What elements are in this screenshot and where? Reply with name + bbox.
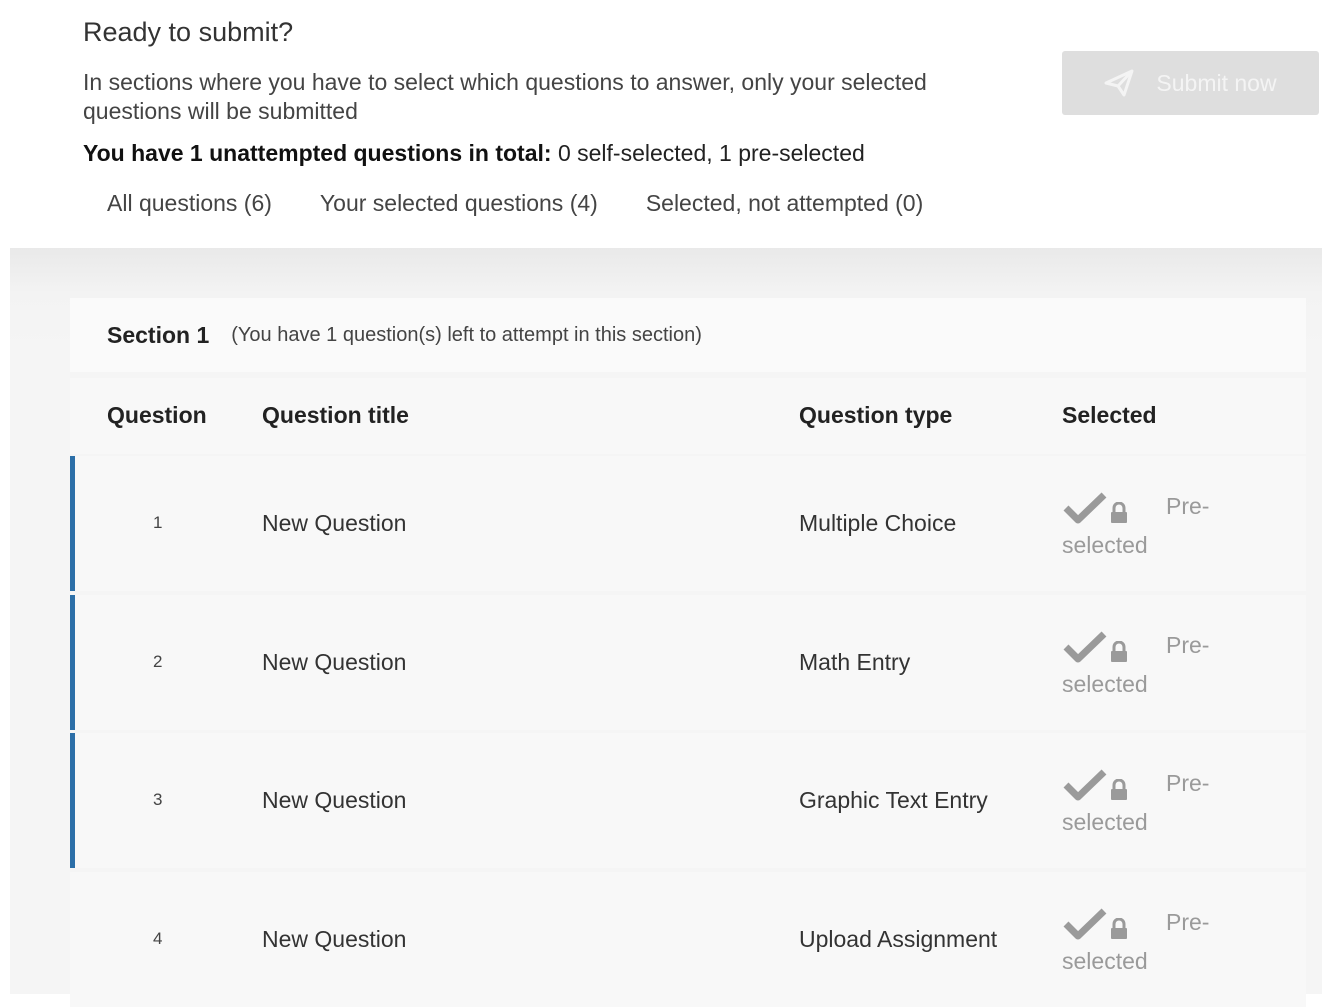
pre-label: Pre- bbox=[1166, 493, 1210, 519]
tab-all-questions[interactable]: All questions (6) bbox=[107, 190, 272, 217]
table-row[interactable]: 2 New Question Math Entry Pre- selected bbox=[70, 595, 1306, 730]
table-header: Question Question title Question type Se… bbox=[70, 378, 1306, 454]
page-title: Ready to submit? bbox=[83, 17, 294, 47]
column-header-title: Question title bbox=[262, 402, 409, 428]
tab-selected-not-attempted[interactable]: Selected, not attempted (0) bbox=[646, 190, 923, 217]
question-type: Math Entry bbox=[799, 649, 911, 675]
table-row[interactable]: 1 New Question Multiple Choice Pre- sele… bbox=[70, 456, 1306, 591]
unattempted-summary: You have 1 unattempted questions in tota… bbox=[83, 140, 865, 167]
selected-label: selected bbox=[1062, 809, 1148, 835]
summary-detail: 0 self-selected, 1 pre-selected bbox=[551, 140, 865, 166]
section-header: Section 1 (You have 1 question(s) left t… bbox=[70, 298, 1306, 372]
question-title: New Question bbox=[262, 510, 407, 536]
question-filter-tabs: All questions (6) Your selected question… bbox=[107, 190, 971, 217]
column-header-question: Question bbox=[107, 402, 207, 428]
pre-label: Pre- bbox=[1166, 632, 1210, 658]
table-row[interactable]: 3 New Question Graphic Text Entry Pre- s… bbox=[70, 733, 1306, 868]
lock-icon bbox=[1110, 917, 1128, 946]
submission-header: Ready to submit? In sections where you h… bbox=[0, 0, 1322, 248]
question-title: New Question bbox=[262, 787, 407, 813]
lock-icon bbox=[1110, 640, 1128, 669]
selected-label: selected bbox=[1062, 671, 1148, 697]
lock-icon bbox=[1110, 501, 1128, 530]
checkmark-icon bbox=[1063, 630, 1107, 670]
question-type: Upload Assignment bbox=[799, 926, 998, 952]
checkmark-icon bbox=[1063, 491, 1107, 531]
info-text: In sections where you have to select whi… bbox=[83, 69, 927, 124]
summary-bold: You have 1 unattempted questions in tota… bbox=[83, 140, 552, 166]
lock-icon bbox=[1110, 778, 1128, 807]
question-type: Graphic Text Entry bbox=[799, 787, 988, 813]
question-type: Multiple Choice bbox=[799, 510, 957, 536]
pre-label: Pre- bbox=[1166, 770, 1210, 796]
pre-label: Pre- bbox=[1166, 909, 1210, 935]
question-title: New Question bbox=[262, 649, 407, 675]
tab-selected-questions[interactable]: Your selected questions (4) bbox=[320, 190, 598, 217]
column-header-type: Question type bbox=[799, 402, 953, 428]
question-number: 4 bbox=[153, 929, 163, 948]
selected-label: selected bbox=[1062, 532, 1148, 558]
section-name: Section 1 bbox=[107, 321, 210, 348]
submit-now-label: Submit now bbox=[1156, 69, 1277, 96]
paper-plane-icon bbox=[1104, 69, 1134, 97]
column-header-selected: Selected bbox=[1062, 402, 1157, 428]
question-number: 3 bbox=[153, 790, 163, 809]
checkmark-icon bbox=[1063, 907, 1107, 947]
table-row[interactable]: 4 New Question Upload Assignment Pre- se… bbox=[70, 872, 1306, 1007]
checkmark-icon bbox=[1063, 768, 1107, 808]
question-title: New Question bbox=[262, 926, 407, 952]
submit-now-button[interactable]: Submit now bbox=[1062, 51, 1319, 115]
question-number: 1 bbox=[153, 513, 163, 532]
section-note: (You have 1 question(s) left to attempt … bbox=[231, 323, 702, 346]
question-number: 2 bbox=[153, 652, 163, 671]
selected-label: selected bbox=[1062, 948, 1148, 974]
